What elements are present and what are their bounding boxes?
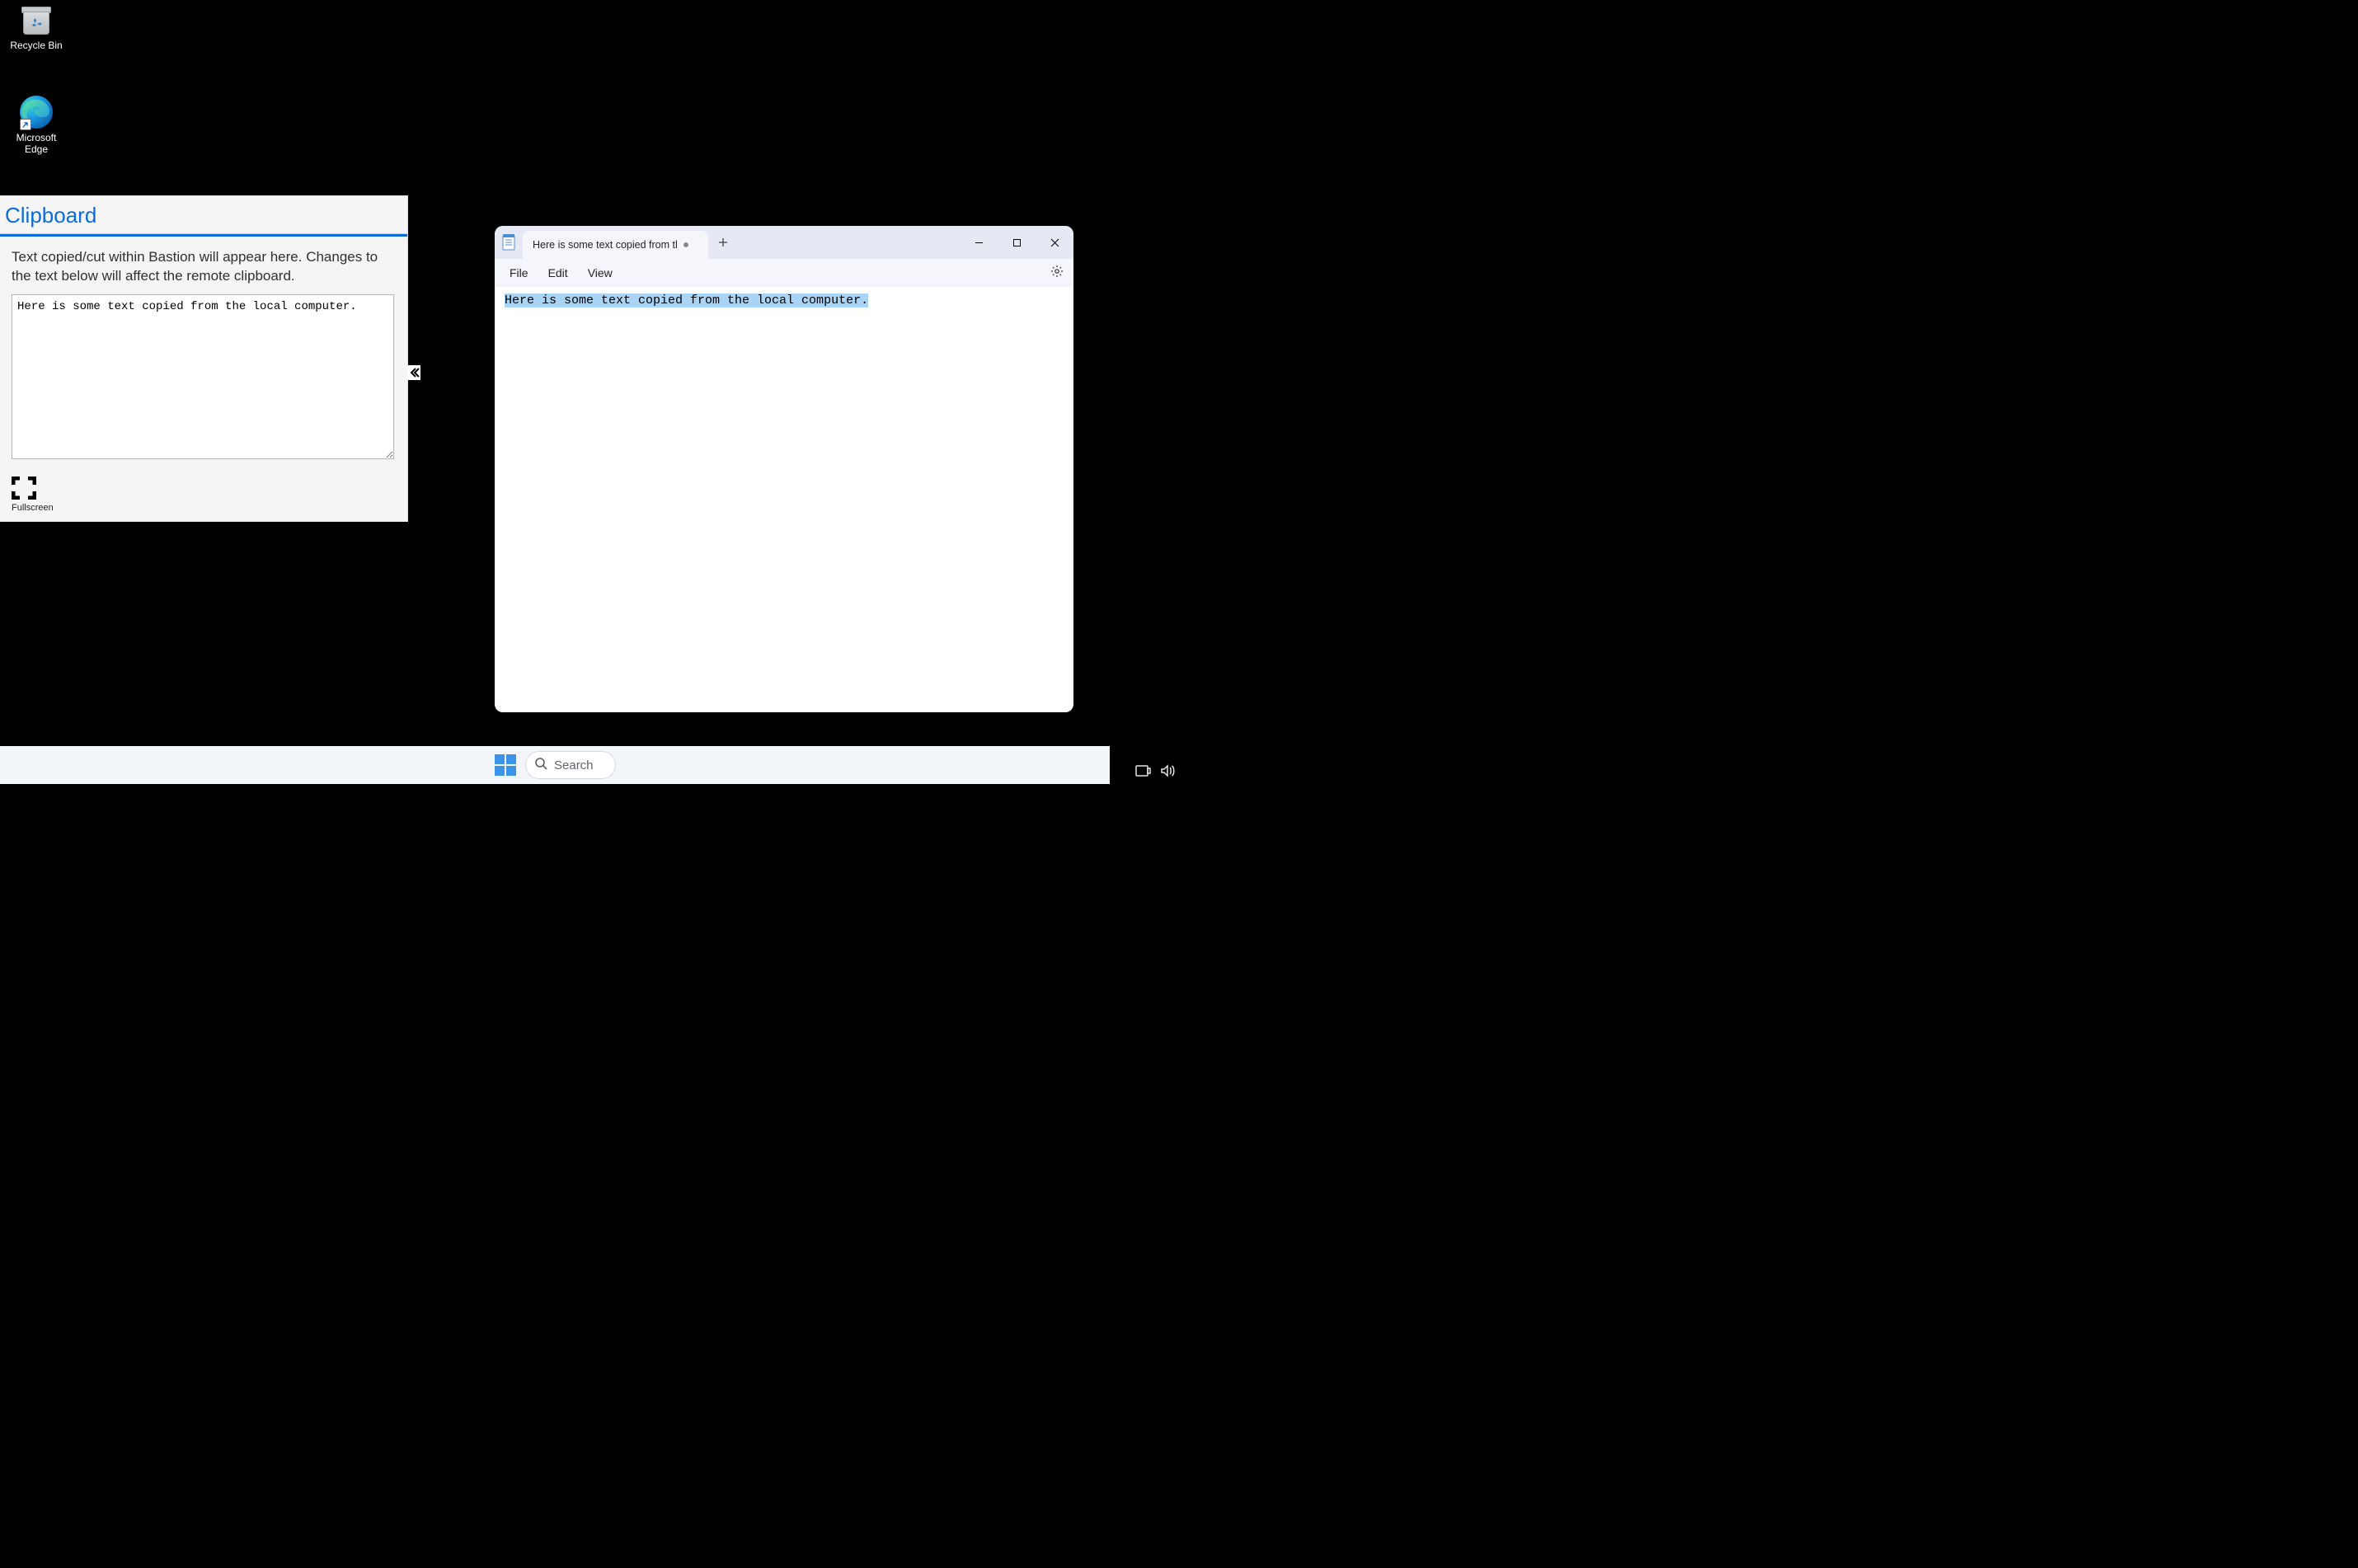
minimize-button[interactable] [960,226,998,259]
start-button[interactable] [494,753,517,777]
clipboard-panel: Clipboard Text copied/cut within Bastion… [0,196,407,521]
desktop-icon-recycle-bin[interactable]: Recycle Bin [3,3,69,51]
menu-edit[interactable]: Edit [540,263,576,283]
search-placeholder: Search [554,758,594,772]
maximize-button[interactable] [998,226,1036,259]
close-button[interactable] [1036,226,1073,259]
notepad-window: Here is some text copied from the l File… [495,226,1073,712]
fullscreen-label: Fullscreen [12,503,54,513]
fullscreen-icon [12,477,36,500]
notepad-text-area[interactable]: Here is some text copied from the local … [495,287,1073,712]
shortcut-arrow-icon [20,119,31,130]
volume-icon[interactable] [1159,763,1176,779]
taskbar: Search [0,746,1110,784]
recycle-bin-icon [20,3,53,40]
notepad-tab-title: Here is some text copied from the l [533,239,677,251]
desktop-icon-label: Microsoft Edge [3,132,69,155]
fullscreen-button[interactable]: Fullscreen [12,477,61,513]
edge-icon [16,92,56,132]
notepad-text-content: Here is some text copied from the local … [505,293,868,307]
panel-collapse-handle[interactable] [407,365,420,380]
menu-view[interactable]: View [580,263,621,283]
menu-file[interactable]: File [501,263,537,283]
clipboard-description: Text copied/cut within Bastion will appe… [0,237,407,294]
notepad-tab[interactable]: Here is some text copied from the l [523,231,708,259]
desktop-icon-edge[interactable]: Microsoft Edge [3,92,69,155]
search-icon [534,757,547,773]
clipboard-title: Clipboard [5,203,399,228]
settings-button[interactable] [1047,261,1067,285]
desktop-icon-label: Recycle Bin [3,40,69,51]
notepad-menubar: File Edit View [495,259,1073,287]
new-tab-button[interactable] [708,226,738,259]
unsaved-indicator-icon [683,242,688,247]
notepad-titlebar[interactable]: Here is some text copied from the l [495,226,1073,259]
clipboard-textarea[interactable] [12,294,394,459]
notepad-app-icon [495,226,523,259]
system-tray [1134,763,1176,779]
taskbar-search[interactable]: Search [525,751,616,779]
input-indicator-icon[interactable] [1134,763,1151,779]
